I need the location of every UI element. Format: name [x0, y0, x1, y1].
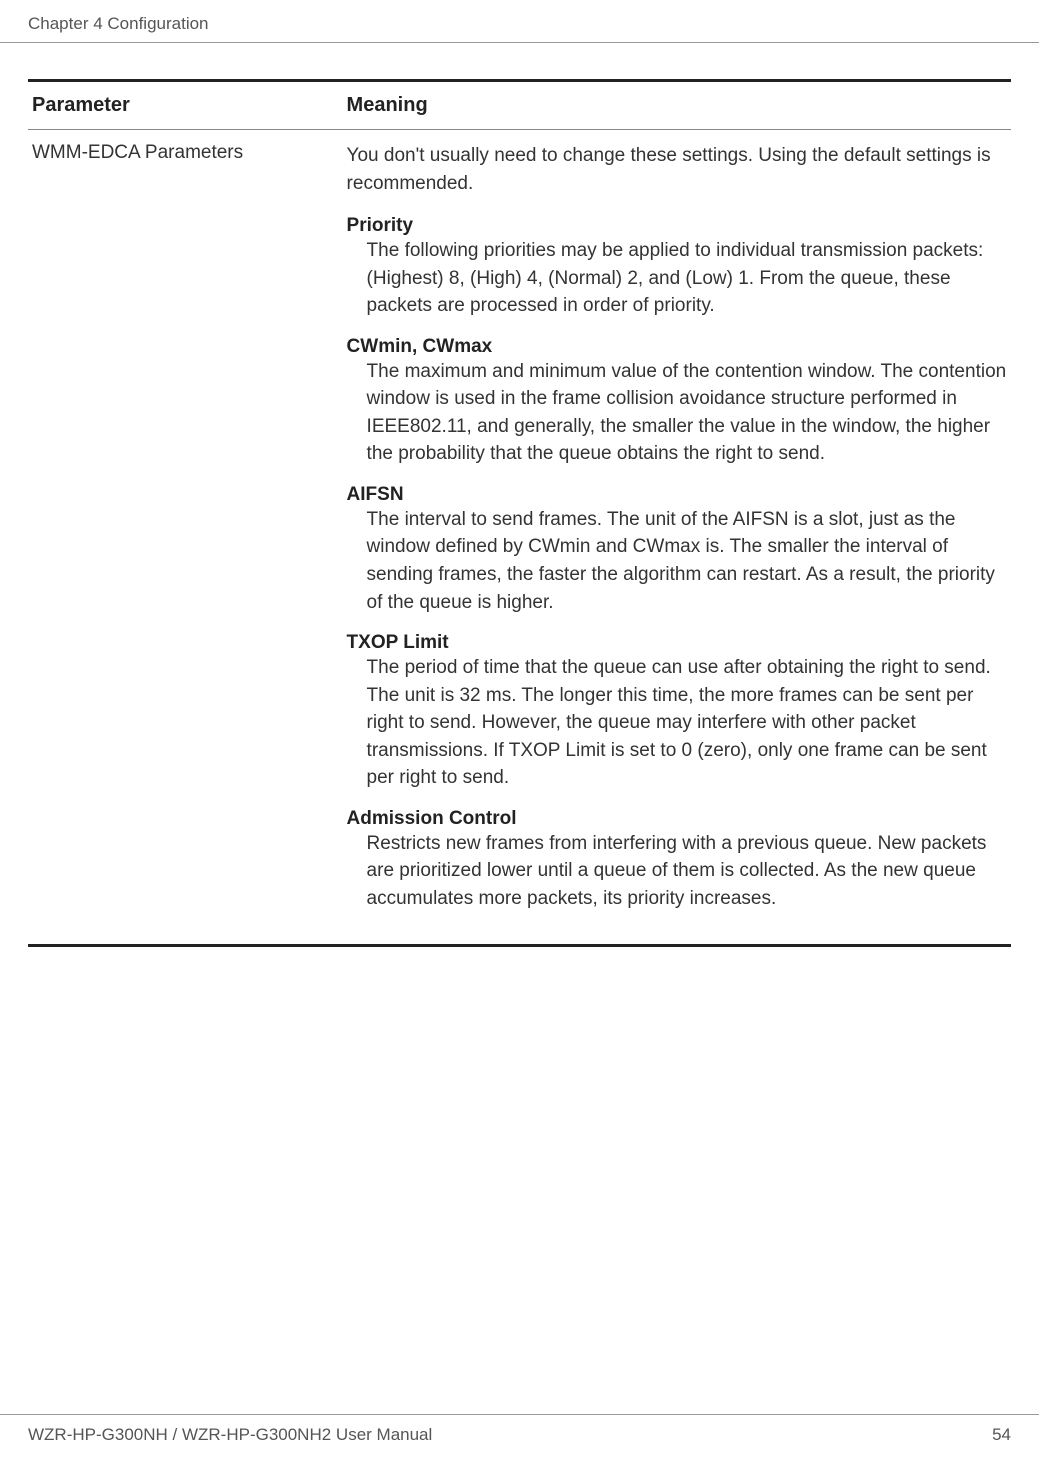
def-body-priority: The following priorities may be applied …	[347, 237, 1007, 320]
param-meaning: You don't usually need to change these s…	[343, 130, 1011, 946]
def-priority: Priority The following priorities may be…	[347, 215, 1007, 320]
footer-manual: WZR-HP-G300NH / WZR-HP-G300NH2 User Manu…	[28, 1425, 432, 1445]
def-cwminmax: CWmin, CWmax The maximum and minimum val…	[347, 336, 1007, 468]
def-body-admission: Restricts new frames from interfering wi…	[347, 830, 1007, 913]
page-footer: WZR-HP-G300NH / WZR-HP-G300NH2 User Manu…	[0, 1414, 1039, 1459]
footer-page-number: 54	[992, 1425, 1011, 1445]
def-title-cwminmax: CWmin, CWmax	[347, 336, 1007, 358]
table-row: WMM-EDCA Parameters You don't usually ne…	[28, 130, 1011, 946]
def-body-cwminmax: The maximum and minimum value of the con…	[347, 358, 1007, 468]
col-parameter: Parameter	[28, 81, 343, 130]
def-title-txop: TXOP Limit	[347, 632, 1007, 654]
def-admission: Admission Control Restricts new frames f…	[347, 808, 1007, 913]
meaning-intro: You don't usually need to change these s…	[347, 142, 1007, 197]
chapter-label: Chapter 4 Configuration	[28, 14, 209, 33]
def-txop: TXOP Limit The period of time that the q…	[347, 632, 1007, 792]
def-title-priority: Priority	[347, 215, 1007, 237]
parameter-table: Parameter Meaning WMM-EDCA Parameters Yo…	[28, 79, 1011, 947]
table-header-row: Parameter Meaning	[28, 81, 1011, 130]
def-body-aifsn: The interval to send frames. The unit of…	[347, 506, 1007, 616]
def-title-admission: Admission Control	[347, 808, 1007, 830]
param-name: WMM-EDCA Parameters	[28, 130, 343, 946]
def-title-aifsn: AIFSN	[347, 484, 1007, 506]
page-header: Chapter 4 Configuration	[0, 0, 1039, 43]
def-aifsn: AIFSN The interval to send frames. The u…	[347, 484, 1007, 616]
content-area: Parameter Meaning WMM-EDCA Parameters Yo…	[0, 79, 1039, 947]
col-meaning: Meaning	[343, 81, 1011, 130]
def-body-txop: The period of time that the queue can us…	[347, 654, 1007, 792]
